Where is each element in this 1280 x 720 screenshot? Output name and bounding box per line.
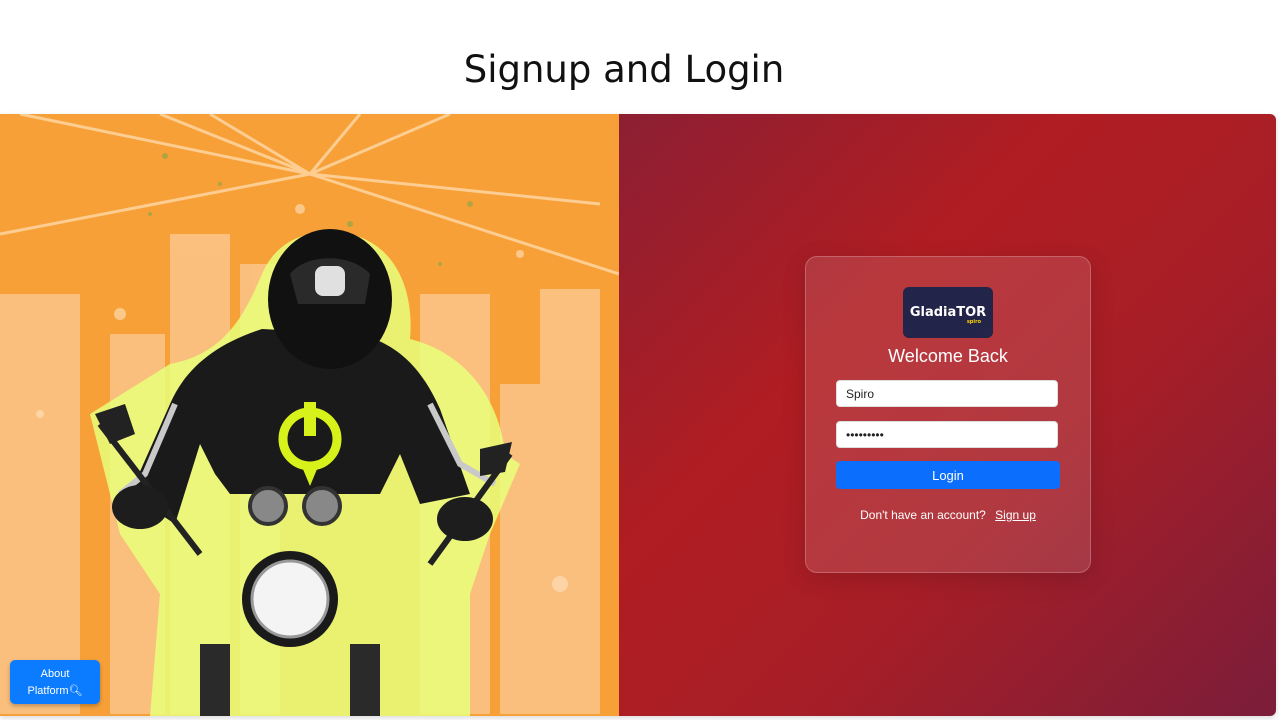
about-platform-button[interactable]: About Platform🔍︎ [10,660,100,704]
welcome-heading: Welcome Back [888,346,1008,366]
logo-text: GladiaTOR [909,305,987,320]
password-input[interactable] [836,421,1058,448]
auth-container: GladiaTOR spiro Welcome Back Login Don't… [0,114,1276,716]
rider-illustration [0,114,619,716]
login-button[interactable]: Login [836,461,1060,489]
magnifier-icon: 🔍︎ [68,685,83,697]
logo-subtext: spiro [966,319,981,325]
login-panel: GladiaTOR spiro Welcome Back Login Don't… [619,114,1276,716]
login-card: GladiaTOR spiro Welcome Back Login Don't… [805,256,1091,573]
hero-illustration [0,114,619,716]
brand-logo: GladiaTOR spiro [903,287,993,338]
signup-prompt: Don't have an account? [860,508,986,522]
signup-row: Don't have an account? Sign up [806,508,1090,522]
signup-link[interactable]: Sign up [995,508,1036,522]
page-title: Signup and Login [463,48,785,91]
about-label-line2: Platform [27,685,69,697]
about-label-line1: About [40,668,70,680]
username-input[interactable] [836,380,1058,407]
